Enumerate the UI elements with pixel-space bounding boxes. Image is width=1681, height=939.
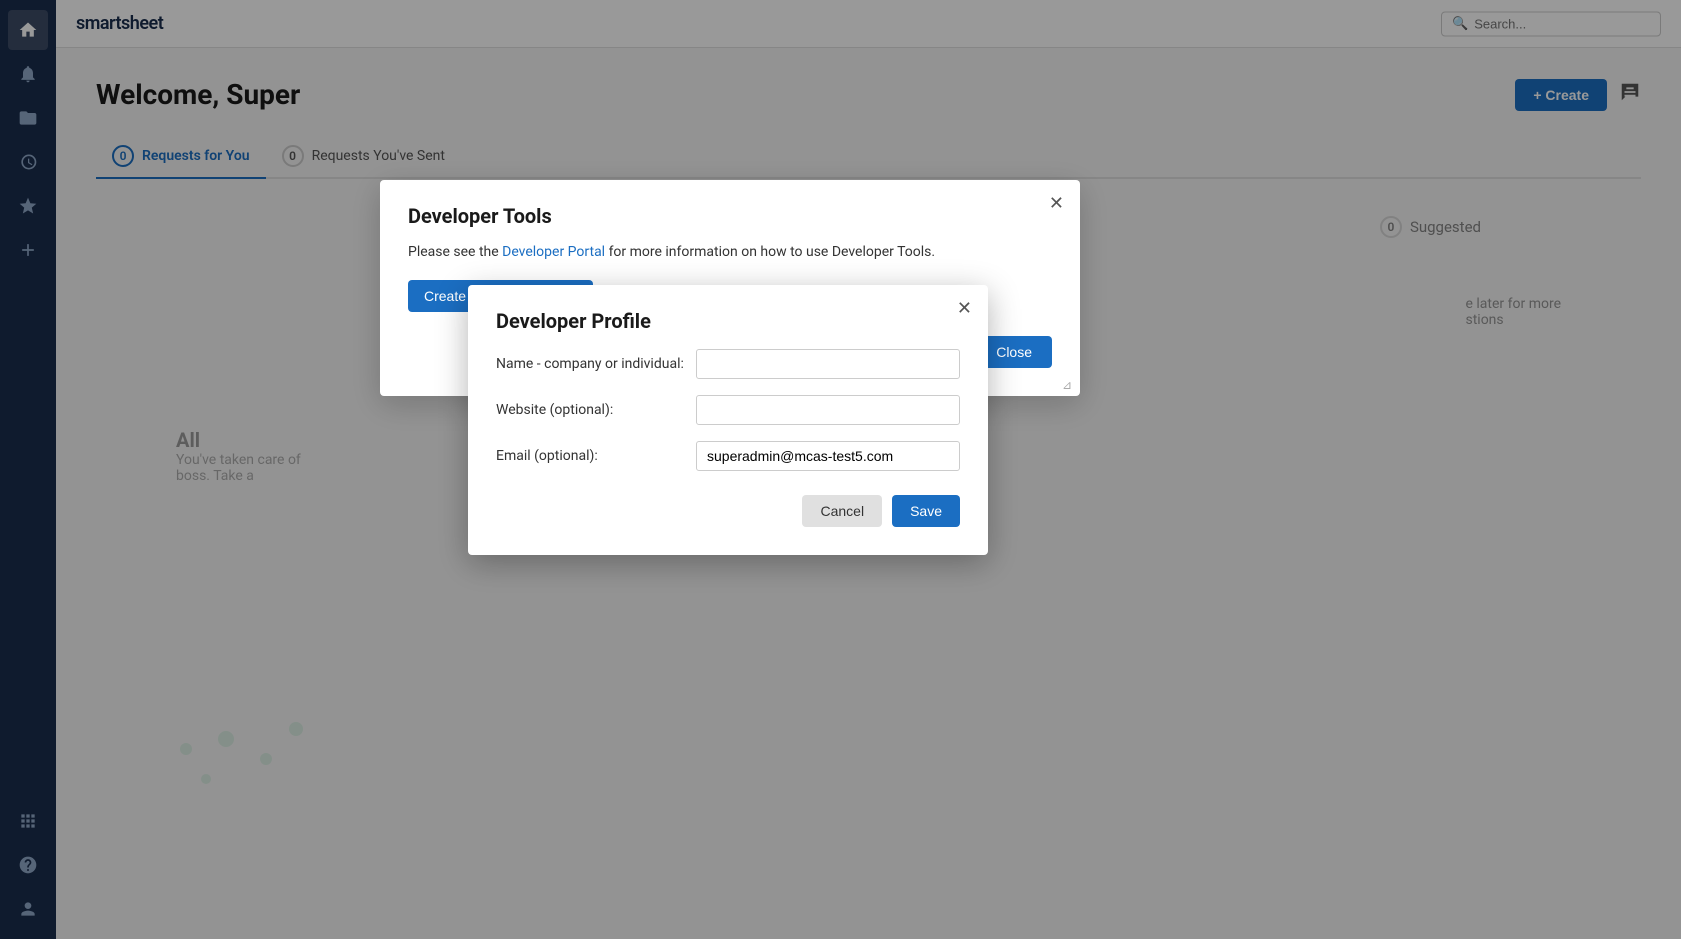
website-label: Website (optional): (496, 402, 696, 418)
dev-tools-title: Developer Tools (408, 204, 1052, 228)
profile-dialog-footer: Cancel Save (496, 495, 960, 527)
cancel-button[interactable]: Cancel (802, 495, 882, 527)
save-button[interactable]: Save (892, 495, 960, 527)
name-input[interactable] (696, 349, 960, 379)
website-input[interactable] (696, 395, 960, 425)
name-row: Name - company or individual: (496, 349, 960, 379)
email-row: Email (optional): (496, 441, 960, 471)
dev-profile-close-icon[interactable]: ✕ (957, 299, 972, 317)
dev-tools-body-text1: Please see the (408, 244, 502, 260)
dialog-resize-handle[interactable]: ⊿ (1062, 378, 1076, 392)
dev-tools-body: Please see the Developer Portal for more… (408, 244, 1052, 260)
website-row: Website (optional): (496, 395, 960, 425)
developer-portal-link[interactable]: Developer Portal (502, 244, 605, 260)
name-label: Name - company or individual: (496, 356, 696, 372)
developer-profile-dialog: Developer Profile ✕ Name - company or in… (468, 285, 988, 555)
dev-tools-close-icon[interactable]: ✕ (1049, 194, 1064, 212)
dev-profile-title: Developer Profile (496, 309, 960, 333)
email-label: Email (optional): (496, 448, 696, 464)
dev-tools-body-text2: for more information on how to use Devel… (605, 244, 935, 260)
email-input[interactable] (696, 441, 960, 471)
